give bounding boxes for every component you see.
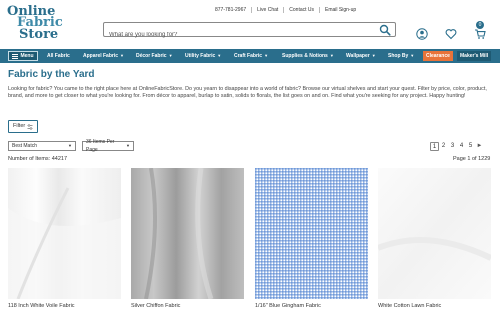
account-icon[interactable] [416,28,428,40]
search-bar [103,22,396,42]
filter-label: Filter [13,123,26,129]
nav-label: Shop By [388,53,409,59]
product-name[interactable]: White Cotton Lawn Fabric [378,303,441,309]
per-page-select[interactable]: 36 Items Per Page ▼ [82,139,134,153]
product-image-white-cotton-lawn[interactable] [378,168,491,299]
logo-line-3: Store [19,27,59,42]
page-link-3[interactable]: 3 [448,142,457,151]
cart-icon[interactable] [474,28,486,40]
utility-bar: 877-781-2967 Live Chat Contact Us Email … [210,7,361,13]
email-signup-link[interactable]: Email Sign-up [319,7,361,13]
product-name[interactable]: 118 Inch White Voile Fabric [8,303,75,309]
nav-label: Utility Fabric [185,53,216,59]
nav-makers-mill[interactable]: Maker's Mill [457,51,492,61]
chevron-down-icon: ▼ [329,53,334,58]
phone-link[interactable]: 877-781-2967 [210,7,251,13]
chevron-down-icon: ▼ [410,53,415,58]
chevron-down-icon: ▼ [217,53,222,58]
page-link-2[interactable]: 2 [439,142,448,151]
contact-link[interactable]: Contact Us [283,7,319,13]
filter-icon [27,123,33,130]
wishlist-heart-icon[interactable] [445,28,457,40]
main-nav: Menu All Fabric Apparel Fabric ▼ Décor Fa… [0,49,500,63]
page-title: Fabric by the Yard [8,69,95,80]
nav-apparel-fabric[interactable]: Apparel Fabric ▼ [83,53,124,59]
menu-button[interactable]: Menu [8,51,38,61]
next-page-icon[interactable]: ► [475,142,484,151]
per-page-value: 36 Items Per Page [86,139,115,153]
nav-craft-fabric[interactable]: Craft Fabric ▼ [234,53,268,59]
dropdown-arrow-icon: ▼ [68,143,72,148]
menu-label: Menu [20,53,34,59]
nav-shop-by[interactable]: Shop By ▼ [388,53,414,59]
nav-label: Supplies & Notions [282,53,328,59]
chevron-down-icon: ▼ [120,53,124,58]
nav-label: All Fabric [47,53,70,59]
filter-button[interactable]: Filter [8,120,39,133]
search-icon[interactable] [379,24,391,36]
nav-label: Wallpaper [346,53,370,59]
pagination: 1 2 3 4 5 ► [430,142,484,151]
page-link-1[interactable]: 1 [430,142,439,151]
nav-supplies-notions[interactable]: Supplies & Notions ▼ [282,53,334,59]
live-chat-link[interactable]: Live Chat [251,7,283,13]
nav-utility-fabric[interactable]: Utility Fabric ▼ [185,53,221,59]
category-intro: Looking for fabric? You came to the righ… [8,86,487,99]
nav-label: Décor Fabric [136,53,167,59]
nav-clearance[interactable]: Clearance [423,51,453,61]
sort-select[interactable]: Best Match ▼ [8,141,76,151]
page-link-4[interactable]: 4 [457,142,466,151]
nav-wallpaper[interactable]: Wallpaper ▼ [346,53,376,59]
search-input[interactable] [104,28,374,42]
product-name[interactable]: Silver Chiffon Fabric [131,303,180,309]
page-of-label: Page 1 of 1229 [453,156,491,162]
chevron-down-icon: ▼ [371,53,376,58]
product-image-blue-gingham[interactable] [255,168,368,299]
product-image-white-voile[interactable] [8,168,121,299]
product-image-silver-chiffon[interactable] [131,168,244,299]
item-count: Number of Items: 44217 [8,156,68,162]
product-name[interactable]: 1/16" Blue Gingham Fabric [255,303,321,309]
chevron-down-icon: ▼ [168,53,173,58]
hamburger-icon [12,53,19,59]
nav-all-fabric[interactable]: All Fabric [47,53,70,59]
nav-label: Craft Fabric [234,53,263,59]
sort-value: Best Match [12,143,38,149]
cart-count-badge: 0 [476,21,484,29]
chevron-down-icon: ▼ [264,53,269,58]
nav-label: Apparel Fabric [83,53,119,59]
nav-decor-fabric[interactable]: Décor Fabric ▼ [136,53,173,59]
dropdown-arrow-icon: ▼ [126,143,130,148]
page-link-5[interactable]: 5 [466,142,475,151]
site-logo[interactable]: Online Fabric Store [6,3,76,43]
